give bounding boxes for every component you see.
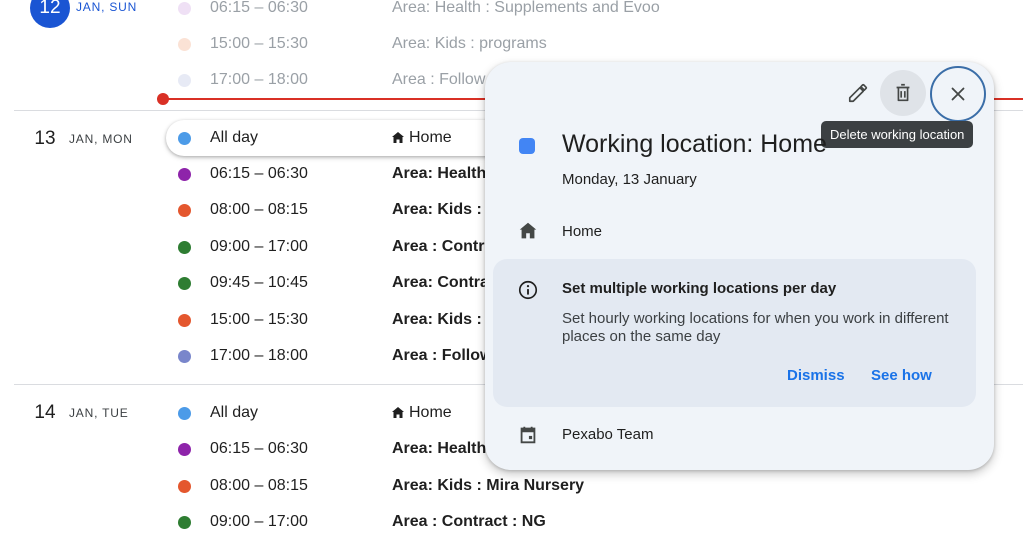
home-icon [392, 132, 404, 143]
event-title: Area : Contract : NG [392, 513, 546, 530]
calendar-name: Pexabo Team [562, 426, 654, 443]
event-color-dot [178, 204, 191, 217]
event-title-text: Home [409, 404, 452, 421]
event-title: Area: Health [392, 165, 487, 182]
event-title: Area: Health [392, 440, 487, 457]
day-header[interactable]: 13 JAN, MON [30, 128, 133, 150]
event-date: Monday, 13 January [562, 171, 697, 188]
location-name: Home [562, 223, 603, 240]
day-number[interactable]: 13 [30, 128, 60, 150]
event-title: Area: Kids : Mira Nursery [392, 477, 585, 494]
event-color-dot [178, 443, 191, 456]
event-color-dot [178, 241, 191, 254]
event-time: All day [210, 404, 259, 421]
day-number[interactable]: 14 [30, 402, 60, 424]
day-weekday: JAN, MON [69, 132, 133, 146]
close-icon [951, 87, 965, 101]
event-time: 15:00 – 15:30 [210, 311, 308, 328]
event-time: 17:00 – 18:00 [210, 71, 308, 88]
event-color-dot [178, 314, 191, 327]
see-how-button[interactable]: See how [871, 367, 932, 384]
current-time-dot [157, 93, 169, 105]
event-color-dot [178, 407, 191, 420]
day-weekday: JAN, SUN [76, 0, 138, 14]
event-title: Area: Kids : I [392, 201, 491, 218]
event-title-text: Home [409, 129, 452, 146]
trash-icon [896, 83, 910, 102]
event-time: 15:00 – 15:30 [210, 35, 308, 52]
event-item[interactable]: 09:00 – 17:00 Area : Contract : NG [166, 504, 1023, 540]
event-color-dot [178, 132, 191, 145]
event-details-popup: Delete working location Working location… [485, 62, 994, 470]
event-time: 17:00 – 18:00 [210, 347, 308, 364]
event-time: 08:00 – 08:15 [210, 201, 308, 218]
day-number-today[interactable]: 12 [30, 0, 70, 28]
event-title: Area : Follow [392, 347, 493, 364]
event-time: All day [210, 129, 259, 146]
delete-working-location-button[interactable] [880, 70, 926, 116]
event-title: Area: Kids : programs [392, 35, 547, 52]
event-title: Area: Contra [392, 274, 489, 291]
event-color-dot [178, 350, 191, 363]
event-title: Working location: Home [562, 130, 827, 158]
event-time: 09:45 – 10:45 [210, 274, 308, 291]
event-time: 09:00 – 17:00 [210, 513, 308, 530]
info-body: Set hourly working locations for when yo… [562, 310, 949, 345]
info-title: Set multiple working locations per day [562, 280, 837, 297]
edit-button[interactable] [835, 70, 881, 116]
tooltip: Delete working location [821, 121, 974, 148]
event-color-dot [178, 2, 191, 15]
event-item[interactable]: 08:00 – 08:15 Area: Kids : Mira Nursery [166, 468, 1023, 504]
event-color-dot [178, 277, 191, 290]
close-button[interactable] [930, 66, 986, 122]
event-color-dot [178, 38, 191, 51]
pencil-icon [848, 83, 868, 103]
working-location-chip-selected[interactable]: All day Home [166, 120, 526, 156]
event-title: Home [392, 404, 452, 422]
dismiss-button[interactable]: Dismiss [787, 367, 845, 384]
event-color-square [519, 138, 535, 154]
event-time: 06:15 – 06:30 [210, 0, 308, 16]
day-header[interactable]: 12 JAN, SUN [30, 0, 137, 28]
event-title: Home [392, 129, 452, 147]
calendar-icon [520, 426, 536, 444]
info-icon [518, 280, 538, 300]
home-icon [392, 407, 404, 418]
event-title: Area : Follow [392, 71, 486, 88]
event-title: Area: Health : Supplements and Evoo [392, 0, 660, 16]
event-time: 06:15 – 06:30 [210, 440, 308, 457]
home-icon [519, 222, 537, 239]
event-color-dot [178, 480, 191, 493]
event-time: 06:15 – 06:30 [210, 165, 308, 182]
day-header[interactable]: 14 JAN, TUE [30, 402, 129, 424]
event-color-dot [178, 74, 191, 87]
event-color-dot [178, 168, 191, 181]
event-title: Area: Kids : p [392, 311, 497, 328]
info-card: Set multiple working locations per day S… [493, 259, 976, 407]
day-weekday: JAN, TUE [69, 406, 129, 420]
event-time: 08:00 – 08:15 [210, 477, 308, 494]
event-item[interactable]: 15:00 – 15:30 Area: Kids : programs [166, 26, 1023, 62]
event-title: Area : Contra [392, 238, 494, 255]
event-time: 09:00 – 17:00 [210, 238, 308, 255]
event-item[interactable]: 06:15 – 06:30 Area: Health : Supplements… [166, 0, 1023, 26]
